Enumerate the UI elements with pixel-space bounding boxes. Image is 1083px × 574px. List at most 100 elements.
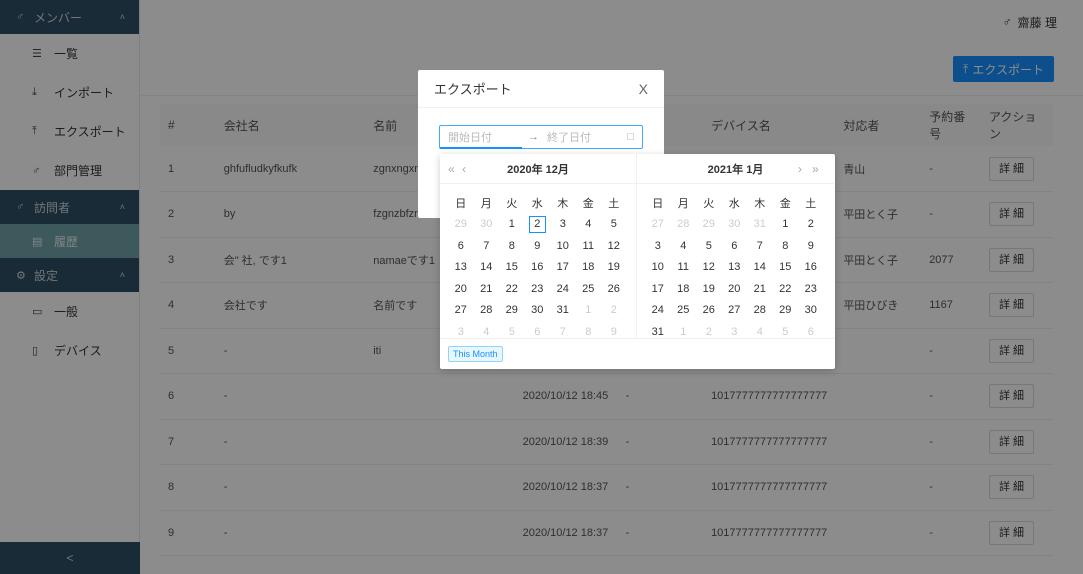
prev-year-icon[interactable]: « <box>448 162 462 176</box>
date-range-input[interactable]: 開始日付 → 終了日付 □ <box>439 125 643 149</box>
calendar-day[interactable]: 11 <box>671 261 697 273</box>
calendar-day[interactable]: 25 <box>671 304 697 316</box>
calendar-day[interactable]: 7 <box>747 240 773 252</box>
calendar-day[interactable]: 10 <box>645 261 671 273</box>
calendar-day[interactable]: 10 <box>550 240 576 252</box>
calendar-day[interactable]: 22 <box>773 283 799 295</box>
calendar-day[interactable]: 6 <box>722 240 748 252</box>
calendar-day[interactable]: 4 <box>747 326 773 338</box>
weekday-label: 土 <box>608 197 620 210</box>
calendar-day[interactable]: 2 <box>696 326 722 338</box>
calendar-day[interactable]: 22 <box>499 283 525 295</box>
calendar-day[interactable]: 27 <box>645 218 671 230</box>
calendar-day[interactable]: 31 <box>747 218 773 230</box>
calendar-day[interactable]: 7 <box>550 326 576 338</box>
calendar-day[interactable]: 3 <box>550 218 576 230</box>
calendar-day[interactable]: 9 <box>525 240 551 252</box>
calendar-day[interactable]: 3 <box>448 326 474 338</box>
calendar-day[interactable]: 3 <box>645 240 671 252</box>
calendar-day[interactable]: 21 <box>747 283 773 295</box>
calendar-day[interactable]: 17 <box>645 283 671 295</box>
calendar-day[interactable]: 8 <box>773 240 799 252</box>
calendar-day[interactable]: 28 <box>671 218 697 230</box>
calendar-day[interactable]: 26 <box>601 283 627 295</box>
start-date-field[interactable]: 開始日付 <box>448 129 520 145</box>
calendar-day[interactable]: 29 <box>773 304 799 316</box>
calendar-day[interactable]: 13 <box>448 261 474 273</box>
calendar-day[interactable]: 2 <box>601 304 627 316</box>
end-date-field[interactable]: 終了日付 <box>547 129 591 145</box>
calendar-day[interactable]: 26 <box>696 304 722 316</box>
weekday-label: 火 <box>506 197 518 210</box>
calendar-day[interactable]: 7 <box>474 240 500 252</box>
calendar-day[interactable]: 9 <box>798 240 824 252</box>
calendar-day[interactable]: 24 <box>550 283 576 295</box>
preset-this-month[interactable]: This Month <box>448 346 503 362</box>
calendar-grid: 日月火水木金土 29 30 1 2 3 4 5 6 7 8 9 10 11 12 13 14 15 16 17 18 19… <box>440 184 636 343</box>
calendar-day[interactable]: 21 <box>474 283 500 295</box>
calendar-day[interactable]: 19 <box>601 261 627 273</box>
calendar-day[interactable]: 14 <box>474 261 500 273</box>
next-year-icon[interactable]: » <box>812 162 826 176</box>
calendar-day[interactable]: 6 <box>448 240 474 252</box>
calendar-day[interactable]: 13 <box>722 261 748 273</box>
calendar-day[interactable]: 1 <box>576 304 602 316</box>
calendar-day[interactable]: 18 <box>671 283 697 295</box>
calendar-day[interactable]: 5 <box>773 326 799 338</box>
calendar-day[interactable]: 31 <box>550 304 576 316</box>
calendar-day[interactable]: 6 <box>525 326 551 338</box>
prev-month-icon[interactable]: ‹ <box>462 162 476 176</box>
calendar-day[interactable]: 24 <box>645 304 671 316</box>
calendar-day[interactable]: 11 <box>576 240 602 252</box>
calendar-day[interactable]: 6 <box>798 326 824 338</box>
calendar-day[interactable]: 14 <box>747 261 773 273</box>
calendar-day[interactable]: 16 <box>525 261 551 273</box>
calendar-day[interactable]: 20 <box>722 283 748 295</box>
calendar-day[interactable]: 23 <box>798 283 824 295</box>
calendar-day[interactable]: 15 <box>499 261 525 273</box>
calendar-day[interactable]: 31 <box>645 326 671 338</box>
calendar-day[interactable]: 8 <box>576 326 602 338</box>
calendar-day[interactable]: 4 <box>474 326 500 338</box>
calendar-day[interactable]: 8 <box>499 240 525 252</box>
calendar-day[interactable]: 17 <box>550 261 576 273</box>
calendar-day[interactable]: 29 <box>696 218 722 230</box>
calendar-day[interactable]: 9 <box>601 326 627 338</box>
calendar-day[interactable]: 2 <box>798 218 824 230</box>
calendar-day[interactable]: 29 <box>448 218 474 230</box>
calendar-day[interactable]: 2 <box>528 215 546 233</box>
calendar-day[interactable]: 30 <box>525 304 551 316</box>
calendar-day[interactable]: 30 <box>474 218 500 230</box>
calendar-day[interactable]: 5 <box>696 240 722 252</box>
calendar-day[interactable]: 18 <box>576 261 602 273</box>
calendar-day[interactable]: 28 <box>747 304 773 316</box>
calendar-day[interactable]: 1 <box>671 326 697 338</box>
calendar-header: « ‹ 2020年 12月 <box>440 154 636 184</box>
calendar-day[interactable]: 23 <box>525 283 551 295</box>
calendar-day[interactable]: 16 <box>798 261 824 273</box>
calendar-day[interactable]: 29 <box>499 304 525 316</box>
calendar-grid: 日月火水木金土 27 28 29 30 31 1 2 3 4 5 6 7 8 9 10 11 12 13 14 15 16… <box>637 184 834 343</box>
calendar-day[interactable]: 1 <box>773 218 799 230</box>
calendar-day[interactable]: 15 <box>773 261 799 273</box>
calendar-day[interactable]: 5 <box>601 218 627 230</box>
close-icon[interactable]: X <box>639 81 648 97</box>
calendar-day[interactable]: 30 <box>798 304 824 316</box>
calendar-day[interactable]: 3 <box>722 326 748 338</box>
calendar-day[interactable]: 30 <box>722 218 748 230</box>
calendar-day[interactable]: 4 <box>576 218 602 230</box>
calendar-day[interactable]: 1 <box>499 218 525 230</box>
calendar-title: 2020年 12月 <box>507 163 569 176</box>
calendar-day[interactable]: 28 <box>474 304 500 316</box>
calendar-day[interactable]: 25 <box>576 283 602 295</box>
calendar-day[interactable]: 27 <box>722 304 748 316</box>
calendar-day[interactable]: 5 <box>499 326 525 338</box>
calendar-day[interactable]: 19 <box>696 283 722 295</box>
calendar-day[interactable]: 4 <box>671 240 697 252</box>
calendar-day[interactable]: 20 <box>448 283 474 295</box>
calendar-day[interactable]: 27 <box>448 304 474 316</box>
calendar-day[interactable]: 12 <box>696 261 722 273</box>
next-month-icon[interactable]: › <box>798 162 812 176</box>
calendar-day[interactable]: 12 <box>601 240 627 252</box>
calendar-panel-right: 2021年 1月 › » 日月火水木金土 27 28 29 30 31 1 2 3 4 5 6 7 8 9 1… <box>637 154 834 343</box>
